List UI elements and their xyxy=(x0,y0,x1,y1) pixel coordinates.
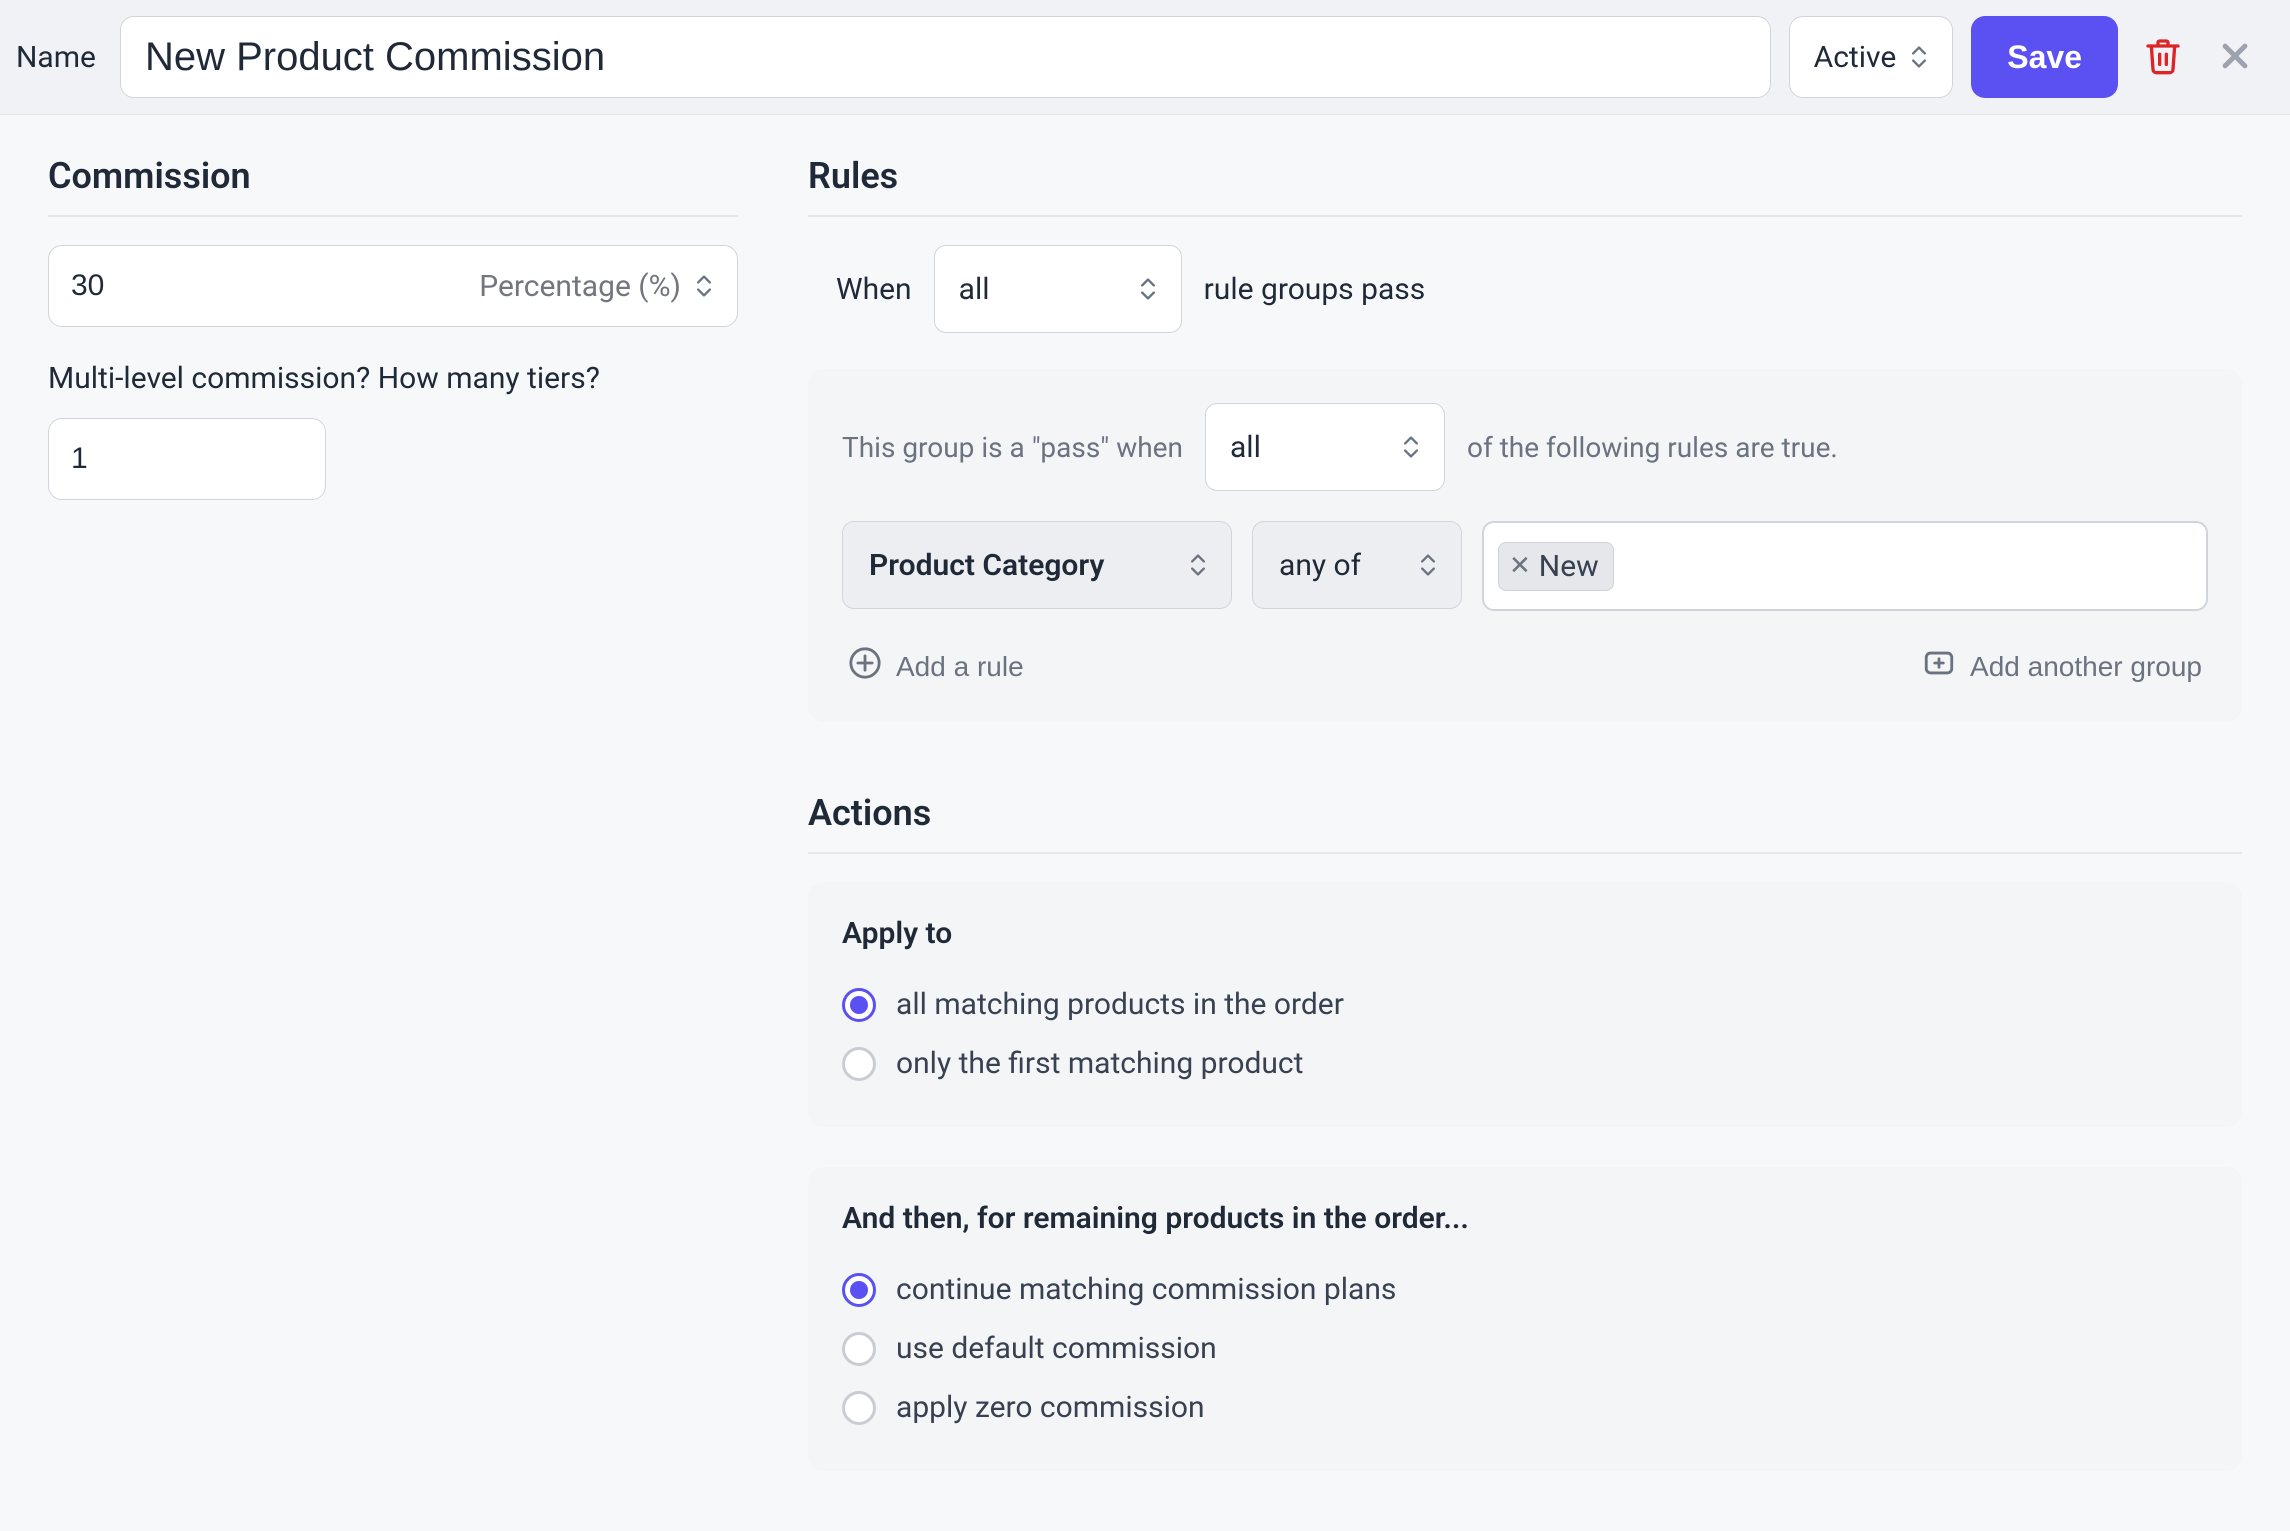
then-zero-radio[interactable]: apply zero commission xyxy=(842,1378,2208,1437)
add-group-icon xyxy=(1922,646,1956,687)
chevron-up-down-icon xyxy=(1404,432,1428,462)
delete-button[interactable] xyxy=(2136,30,2190,84)
radio-icon xyxy=(842,1332,876,1366)
actions-section: Actions Apply to all matching products i… xyxy=(808,792,2242,1471)
save-button[interactable]: Save xyxy=(1971,16,2118,98)
rules-actions-column: Rules When all rule groups pass This gro… xyxy=(808,155,2242,1471)
add-group-button[interactable]: Add another group xyxy=(1916,645,2208,688)
tiers-input[interactable] xyxy=(48,418,326,500)
commission-column: Commission Percentage (%) Multi-level co… xyxy=(48,155,738,1471)
apply-first-radio[interactable]: only the first matching product xyxy=(842,1034,2208,1093)
then-continue-label: continue matching commission plans xyxy=(896,1272,1396,1307)
tag-label: New xyxy=(1539,549,1599,584)
rule-row: Product Category any of ✕ xyxy=(842,521,2208,611)
chevron-up-down-icon xyxy=(1912,42,1936,72)
group-suffix: of the following rules are true. xyxy=(1467,431,1838,464)
rule-operator-select[interactable]: any of xyxy=(1252,521,1462,609)
group-match-select[interactable]: all xyxy=(1205,403,1445,491)
then-zero-label: apply zero commission xyxy=(896,1390,1205,1425)
status-select[interactable]: Active xyxy=(1789,16,1954,98)
name-label: Name xyxy=(16,40,102,75)
chevron-up-down-icon xyxy=(1191,550,1215,580)
chevron-up-down-icon xyxy=(697,271,721,301)
name-input[interactable] xyxy=(120,16,1771,98)
when-select[interactable]: all xyxy=(934,245,1182,333)
group-pass-sentence: This group is a "pass" when all of the f… xyxy=(842,403,2208,491)
add-group-label: Add another group xyxy=(1970,651,2202,683)
chevron-up-down-icon xyxy=(1141,274,1165,304)
rule-field-select[interactable]: Product Category xyxy=(842,521,1232,609)
add-rule-label: Add a rule xyxy=(896,651,1024,683)
status-select-value: Active xyxy=(1814,40,1897,75)
apply-all-label: all matching products in the order xyxy=(896,987,1344,1022)
group-footer: Add a rule Add another group xyxy=(842,645,2208,688)
then-panel: And then, for remaining products in the … xyxy=(808,1167,2242,1471)
remove-tag-icon[interactable]: ✕ xyxy=(1509,553,1533,579)
plus-circle-icon xyxy=(848,646,882,687)
rule-value-input[interactable]: ✕ New xyxy=(1482,521,2208,611)
close-icon xyxy=(2218,39,2252,76)
actions-title: Actions xyxy=(808,792,2242,854)
radio-icon xyxy=(842,1273,876,1307)
rule-group-panel: This group is a "pass" when all of the f… xyxy=(808,369,2242,722)
apply-to-title: Apply to xyxy=(842,916,2208,951)
commission-unit-label: Percentage (%) xyxy=(479,269,681,304)
radio-icon xyxy=(842,988,876,1022)
then-default-label: use default commission xyxy=(896,1331,1217,1366)
close-button[interactable] xyxy=(2208,30,2262,84)
when-suffix: rule groups pass xyxy=(1204,272,1426,307)
trash-icon xyxy=(2143,36,2183,79)
commission-value-input[interactable] xyxy=(49,246,479,326)
when-select-value: all xyxy=(959,272,990,307)
chevron-up-down-icon xyxy=(1421,550,1445,580)
apply-all-radio[interactable]: all matching products in the order xyxy=(842,975,2208,1034)
group-prefix: This group is a "pass" when xyxy=(842,431,1183,464)
apply-to-panel: Apply to all matching products in the or… xyxy=(808,882,2242,1127)
rules-title: Rules xyxy=(808,155,2242,217)
rule-field-value: Product Category xyxy=(869,548,1104,583)
then-title: And then, for remaining products in the … xyxy=(842,1201,2208,1236)
radio-icon xyxy=(842,1047,876,1081)
apply-first-label: only the first matching product xyxy=(896,1046,1303,1081)
then-continue-radio[interactable]: continue matching commission plans xyxy=(842,1260,2208,1319)
main-content: Commission Percentage (%) Multi-level co… xyxy=(0,115,2290,1531)
when-prefix: When xyxy=(836,272,912,307)
rules-when-sentence: When all rule groups pass xyxy=(808,245,2242,333)
group-match-value: all xyxy=(1230,430,1261,465)
commission-value-row: Percentage (%) xyxy=(48,245,738,327)
then-default-radio[interactable]: use default commission xyxy=(842,1319,2208,1378)
add-rule-button[interactable]: Add a rule xyxy=(842,645,1030,688)
rule-operator-value: any of xyxy=(1279,548,1361,583)
radio-icon xyxy=(842,1391,876,1425)
tiers-label: Multi-level commission? How many tiers? xyxy=(48,361,738,396)
header-bar: Name Active Save xyxy=(0,0,2290,115)
commission-unit-select[interactable]: Percentage (%) xyxy=(479,246,737,326)
tag-chip[interactable]: ✕ New xyxy=(1498,542,1614,591)
commission-title: Commission xyxy=(48,155,738,217)
